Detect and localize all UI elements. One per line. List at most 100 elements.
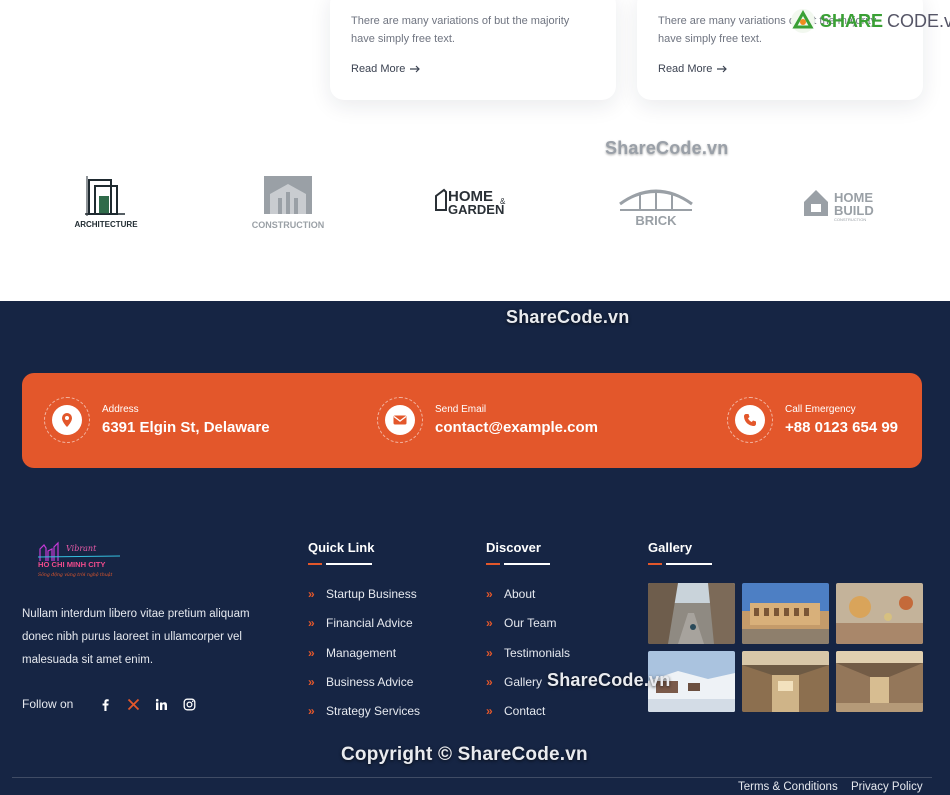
- facebook-icon[interactable]: [91, 694, 119, 714]
- read-more-link[interactable]: Read More: [658, 63, 728, 75]
- chevron-double-right-icon: »: [486, 674, 493, 689]
- envelope-icon: [393, 415, 407, 425]
- title-underline: [308, 563, 372, 566]
- gallery-photo-balloons[interactable]: [836, 583, 923, 644]
- x-icon[interactable]: [119, 694, 147, 714]
- read-more-label: Read More: [658, 63, 713, 75]
- discover-column: Discover » About » Our Team » Testimonials …: [486, 540, 570, 733]
- footer-link-label: Contact: [504, 704, 546, 719]
- contact-phone: Call Emergency +88 0123 654 99: [727, 397, 898, 443]
- footer-link-label: Business Advice: [326, 674, 414, 689]
- footer-link-financial-advice[interactable]: » Financial Advice: [308, 616, 420, 645]
- contact-label: Send Email: [435, 404, 487, 415]
- footer-link-business-advice[interactable]: » Business Advice: [308, 675, 420, 704]
- gallery-photo-snow-hill[interactable]: [648, 651, 735, 712]
- footer-link-label: Startup Business: [326, 587, 417, 601]
- svg-text:Sông động vùng trời nghệ thuật: Sông động vùng trời nghệ thuật: [38, 571, 113, 578]
- contact-value[interactable]: +88 0123 654 99: [785, 419, 898, 436]
- service-card-1: There are many variations of but the maj…: [330, 0, 616, 100]
- footer-divider: [12, 777, 932, 778]
- svg-text:CONSTRUCTION: CONSTRUCTION: [252, 220, 325, 230]
- footer-link-label: Strategy Services: [326, 704, 421, 719]
- home-build-logo: HOME BUILD CONSTRUCTION: [800, 162, 884, 242]
- footer-link-label: Gallery: [504, 674, 543, 689]
- column-title: Discover: [486, 540, 541, 555]
- footer-about-text: Nullam interdum libero vitae pretium ali…: [22, 608, 250, 666]
- title-underline: [648, 563, 712, 566]
- contact-address: Address 6391 Elgin St, Delaware: [44, 397, 270, 443]
- icon-dot: [385, 405, 415, 435]
- chevron-double-right-icon: »: [308, 616, 315, 631]
- chevron-double-right-icon: »: [486, 645, 493, 660]
- svg-text:BRICK: BRICK: [635, 213, 677, 228]
- sharecode-corner-logo: SHARECODE.vn: [790, 8, 950, 34]
- contact-label: Call Emergency: [785, 404, 856, 415]
- icon-dot: [52, 405, 82, 435]
- read-more-label: Read More: [351, 63, 406, 75]
- footer-link-strategy-services[interactable]: » Strategy Services: [308, 704, 420, 733]
- social-follow: Follow on: [22, 694, 203, 714]
- arrow-right-icon: [410, 65, 421, 73]
- footer-brand-logo[interactable]: Vibrant HO CHI MINH CITY Sông động vùng …: [36, 539, 122, 581]
- contact-label: Address: [102, 404, 139, 415]
- icon-dot: [735, 405, 765, 435]
- contact-bar: Address 6391 Elgin St, Delaware Send Ema…: [22, 373, 922, 468]
- partners-section: There are many variations of but the maj…: [0, 0, 950, 301]
- chevron-double-right-icon: »: [486, 616, 493, 631]
- svg-text:Vibrant: Vibrant: [66, 544, 97, 553]
- corner-brand-text: CODE.vn: [887, 10, 950, 31]
- footer-link-gallery[interactable]: » Gallery: [486, 675, 570, 704]
- brick-logo: BRICK: [614, 162, 698, 242]
- footer-link-contact[interactable]: » Contact: [486, 704, 570, 733]
- icon-ring: [727, 397, 773, 443]
- service-card-text: There are many variations of but the maj…: [351, 15, 570, 45]
- column-title: Quick Link: [308, 540, 375, 555]
- footer-link-label: Financial Advice: [326, 616, 413, 631]
- linkedin-icon[interactable]: [147, 694, 175, 714]
- architecture-logo: ARCHITECTURE: [66, 162, 146, 242]
- footer-link-testimonials[interactable]: » Testimonials: [486, 646, 570, 675]
- chevron-double-right-icon: »: [486, 704, 493, 719]
- gallery-photo-street[interactable]: [648, 583, 735, 644]
- phone-icon: [744, 414, 756, 426]
- footer-link-our-team[interactable]: » Our Team: [486, 616, 570, 645]
- footer-link-label: About: [504, 587, 536, 601]
- gallery-column: Gallery: [648, 540, 712, 566]
- chevron-double-right-icon: »: [308, 704, 315, 719]
- contact-value[interactable]: contact@example.com: [435, 419, 598, 436]
- column-title: Gallery: [648, 540, 693, 555]
- contact-value: 6391 Elgin St, Delaware: [102, 419, 270, 436]
- svg-text:CONSTRUCTION: CONSTRUCTION: [834, 217, 866, 222]
- footer-link-management[interactable]: » Management: [308, 646, 420, 675]
- gallery-photo-mall-hall[interactable]: [742, 651, 829, 712]
- footer-link-startup-business[interactable]: » Startup Business: [308, 587, 420, 616]
- watermark-text: ShareCode.vn: [506, 307, 630, 327]
- privacy-link[interactable]: Privacy Policy: [851, 781, 923, 793]
- home-garden-logo: HOME & GARDEN: [432, 162, 516, 242]
- terms-link[interactable]: Terms & Conditions: [738, 781, 838, 793]
- follow-label: Follow on: [22, 697, 74, 711]
- footer-link-label: Our Team: [504, 616, 557, 631]
- watermark-text: ShareCode.vn: [605, 138, 729, 158]
- quick-link-column: Quick Link » Startup Business » Financial …: [308, 540, 420, 733]
- site-footer: ShareCode.vn Address 6391 Elgin St, Dela…: [0, 301, 950, 795]
- svg-text:GARDEN: GARDEN: [448, 202, 504, 217]
- icon-ring: [377, 397, 423, 443]
- location-pin-icon: [62, 413, 72, 427]
- gallery-photo-mall-corridor[interactable]: [836, 651, 923, 712]
- contact-email: Send Email contact@example.com: [377, 397, 598, 443]
- footer-link-label: Testimonials: [504, 645, 571, 660]
- construction-logo: CONSTRUCTION: [248, 162, 328, 242]
- footer-link-label: Management: [326, 645, 397, 660]
- chevron-double-right-icon: »: [308, 587, 315, 601]
- svg-text:BUILD: BUILD: [834, 203, 874, 218]
- icon-ring: [44, 397, 90, 443]
- chevron-double-right-icon: »: [308, 674, 315, 689]
- svg-text:HO CHI MINH CITY: HO CHI MINH CITY: [38, 560, 106, 569]
- arrow-right-icon: [717, 65, 728, 73]
- gallery-photo-colosseum[interactable]: [742, 583, 829, 644]
- instagram-icon[interactable]: [175, 694, 203, 714]
- footer-link-about[interactable]: » About: [486, 587, 570, 616]
- read-more-link[interactable]: Read More: [351, 63, 421, 75]
- svg-text:ARCHITECTURE: ARCHITECTURE: [74, 220, 138, 229]
